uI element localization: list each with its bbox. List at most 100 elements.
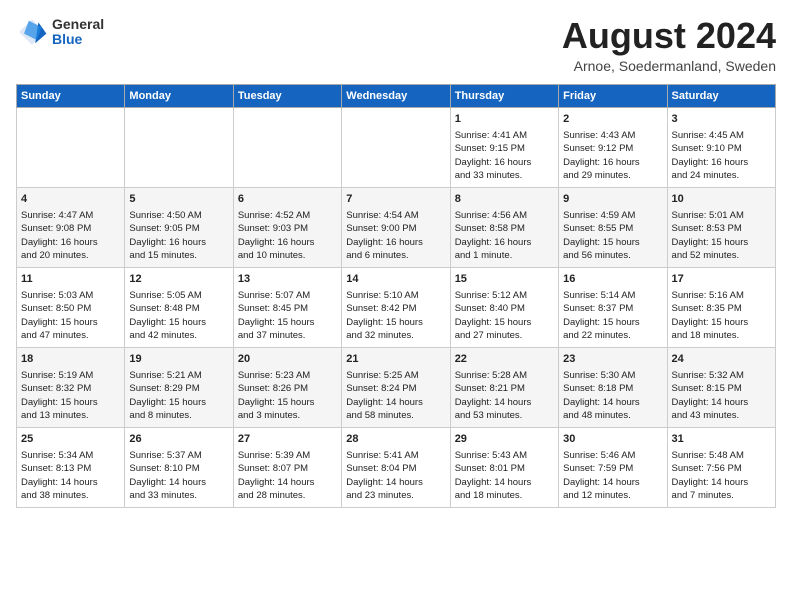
cell-info-line: and 33 minutes. — [455, 169, 554, 182]
cell-info-line: Sunset: 9:03 PM — [238, 222, 337, 235]
calendar-cell-2-6: 9Sunrise: 4:59 AMSunset: 8:55 PMDaylight… — [559, 187, 667, 267]
calendar-cell-1-4 — [342, 107, 450, 187]
cell-info-line: Sunrise: 5:43 AM — [455, 449, 554, 462]
day-number: 20 — [238, 352, 337, 367]
cell-info-line: Daylight: 16 hours — [238, 236, 337, 249]
cell-info-line: Sunrise: 4:47 AM — [21, 209, 120, 222]
cell-info-line: Sunrise: 4:41 AM — [455, 129, 554, 142]
calendar-cell-1-3 — [233, 107, 341, 187]
cell-info-line: and 18 minutes. — [455, 489, 554, 502]
cell-info-line: Sunrise: 5:16 AM — [672, 289, 771, 302]
cell-info-line: Sunrise: 5:19 AM — [21, 369, 120, 382]
cell-info-line: and 43 minutes. — [672, 409, 771, 422]
day-number: 18 — [21, 352, 120, 367]
calendar-cell-2-5: 8Sunrise: 4:56 AMSunset: 8:58 PMDaylight… — [450, 187, 558, 267]
cell-info-line: Sunset: 8:35 PM — [672, 302, 771, 315]
logo-blue-text: Blue — [52, 32, 104, 47]
cell-info-line: Sunset: 8:13 PM — [21, 462, 120, 475]
day-number: 17 — [672, 272, 771, 287]
cell-info-line: Sunset: 8:21 PM — [455, 382, 554, 395]
cell-info-line: Sunset: 8:10 PM — [129, 462, 228, 475]
weekday-header-row: SundayMondayTuesdayWednesdayThursdayFrid… — [17, 84, 776, 107]
day-number: 4 — [21, 192, 120, 207]
cell-info-line: Sunrise: 4:56 AM — [455, 209, 554, 222]
calendar-cell-2-7: 10Sunrise: 5:01 AMSunset: 8:53 PMDayligh… — [667, 187, 775, 267]
day-number: 11 — [21, 272, 120, 287]
cell-info-line: Sunset: 8:50 PM — [21, 302, 120, 315]
cell-info-line: Daylight: 14 hours — [346, 476, 445, 489]
day-number: 1 — [455, 112, 554, 127]
day-number: 30 — [563, 432, 662, 447]
week-row-4: 18Sunrise: 5:19 AMSunset: 8:32 PMDayligh… — [17, 347, 776, 427]
cell-info-line: Sunset: 9:12 PM — [563, 142, 662, 155]
day-number: 19 — [129, 352, 228, 367]
calendar-body: 1Sunrise: 4:41 AMSunset: 9:15 PMDaylight… — [17, 107, 776, 507]
calendar-cell-1-7: 3Sunrise: 4:45 AMSunset: 9:10 PMDaylight… — [667, 107, 775, 187]
day-number: 21 — [346, 352, 445, 367]
week-row-3: 11Sunrise: 5:03 AMSunset: 8:50 PMDayligh… — [17, 267, 776, 347]
weekday-wednesday: Wednesday — [342, 84, 450, 107]
cell-info-line: and 13 minutes. — [21, 409, 120, 422]
cell-info-line: Sunrise: 4:59 AM — [563, 209, 662, 222]
cell-info-line: Sunrise: 5:12 AM — [455, 289, 554, 302]
cell-info-line: Sunset: 8:55 PM — [563, 222, 662, 235]
cell-info-line: Sunrise: 4:45 AM — [672, 129, 771, 142]
cell-info-line: Daylight: 14 hours — [672, 476, 771, 489]
cell-info-line: Sunrise: 5:25 AM — [346, 369, 445, 382]
calendar-cell-3-4: 14Sunrise: 5:10 AMSunset: 8:42 PMDayligh… — [342, 267, 450, 347]
cell-info-line: and 29 minutes. — [563, 169, 662, 182]
calendar-cell-4-6: 23Sunrise: 5:30 AMSunset: 8:18 PMDayligh… — [559, 347, 667, 427]
cell-info-line: Sunset: 8:53 PM — [672, 222, 771, 235]
cell-info-line: Sunset: 9:08 PM — [21, 222, 120, 235]
cell-info-line: and 18 minutes. — [672, 329, 771, 342]
cell-info-line: Daylight: 14 hours — [21, 476, 120, 489]
calendar-cell-4-3: 20Sunrise: 5:23 AMSunset: 8:26 PMDayligh… — [233, 347, 341, 427]
cell-info-line: Sunrise: 5:23 AM — [238, 369, 337, 382]
cell-info-line: and 24 minutes. — [672, 169, 771, 182]
weekday-saturday: Saturday — [667, 84, 775, 107]
cell-info-line: Daylight: 16 hours — [346, 236, 445, 249]
calendar-cell-5-2: 26Sunrise: 5:37 AMSunset: 8:10 PMDayligh… — [125, 427, 233, 507]
calendar-cell-5-3: 27Sunrise: 5:39 AMSunset: 8:07 PMDayligh… — [233, 427, 341, 507]
cell-info-line: and 33 minutes. — [129, 489, 228, 502]
calendar-cell-3-3: 13Sunrise: 5:07 AMSunset: 8:45 PMDayligh… — [233, 267, 341, 347]
calendar-table: SundayMondayTuesdayWednesdayThursdayFrid… — [16, 84, 776, 508]
cell-info-line: Sunrise: 5:37 AM — [129, 449, 228, 462]
cell-info-line: and 23 minutes. — [346, 489, 445, 502]
calendar-cell-5-4: 28Sunrise: 5:41 AMSunset: 8:04 PMDayligh… — [342, 427, 450, 507]
cell-info-line: and 12 minutes. — [563, 489, 662, 502]
day-number: 23 — [563, 352, 662, 367]
cell-info-line: Sunset: 8:18 PM — [563, 382, 662, 395]
cell-info-line: Daylight: 16 hours — [455, 156, 554, 169]
cell-info-line: Sunset: 8:24 PM — [346, 382, 445, 395]
cell-info-line: Daylight: 15 hours — [346, 316, 445, 329]
cell-info-line: Sunset: 8:01 PM — [455, 462, 554, 475]
calendar-cell-2-2: 5Sunrise: 4:50 AMSunset: 9:05 PMDaylight… — [125, 187, 233, 267]
cell-info-line: Daylight: 15 hours — [21, 316, 120, 329]
cell-info-line: and 47 minutes. — [21, 329, 120, 342]
cell-info-line: Daylight: 16 hours — [672, 156, 771, 169]
cell-info-line: and 32 minutes. — [346, 329, 445, 342]
logo-general-text: General — [52, 17, 104, 32]
cell-info-line: Sunrise: 5:41 AM — [346, 449, 445, 462]
day-number: 9 — [563, 192, 662, 207]
cell-info-line: Sunset: 8:29 PM — [129, 382, 228, 395]
cell-info-line: Sunset: 8:45 PM — [238, 302, 337, 315]
cell-info-line: and 10 minutes. — [238, 249, 337, 262]
cell-info-line: and 53 minutes. — [455, 409, 554, 422]
calendar-cell-1-5: 1Sunrise: 4:41 AMSunset: 9:15 PMDaylight… — [450, 107, 558, 187]
cell-info-line: Daylight: 14 hours — [672, 396, 771, 409]
weekday-tuesday: Tuesday — [233, 84, 341, 107]
cell-info-line: and 56 minutes. — [563, 249, 662, 262]
cell-info-line: Sunrise: 4:43 AM — [563, 129, 662, 142]
cell-info-line: Sunset: 8:48 PM — [129, 302, 228, 315]
cell-info-line: Sunrise: 5:21 AM — [129, 369, 228, 382]
day-number: 10 — [672, 192, 771, 207]
logo: General Blue — [16, 16, 104, 48]
title-block: August 2024 Arnoe, Soedermanland, Sweden — [562, 16, 776, 74]
cell-info-line: Sunrise: 5:01 AM — [672, 209, 771, 222]
cell-info-line: and 52 minutes. — [672, 249, 771, 262]
calendar-cell-5-7: 31Sunrise: 5:48 AMSunset: 7:56 PMDayligh… — [667, 427, 775, 507]
logo-icon — [16, 16, 48, 48]
cell-info-line: Daylight: 14 hours — [455, 476, 554, 489]
